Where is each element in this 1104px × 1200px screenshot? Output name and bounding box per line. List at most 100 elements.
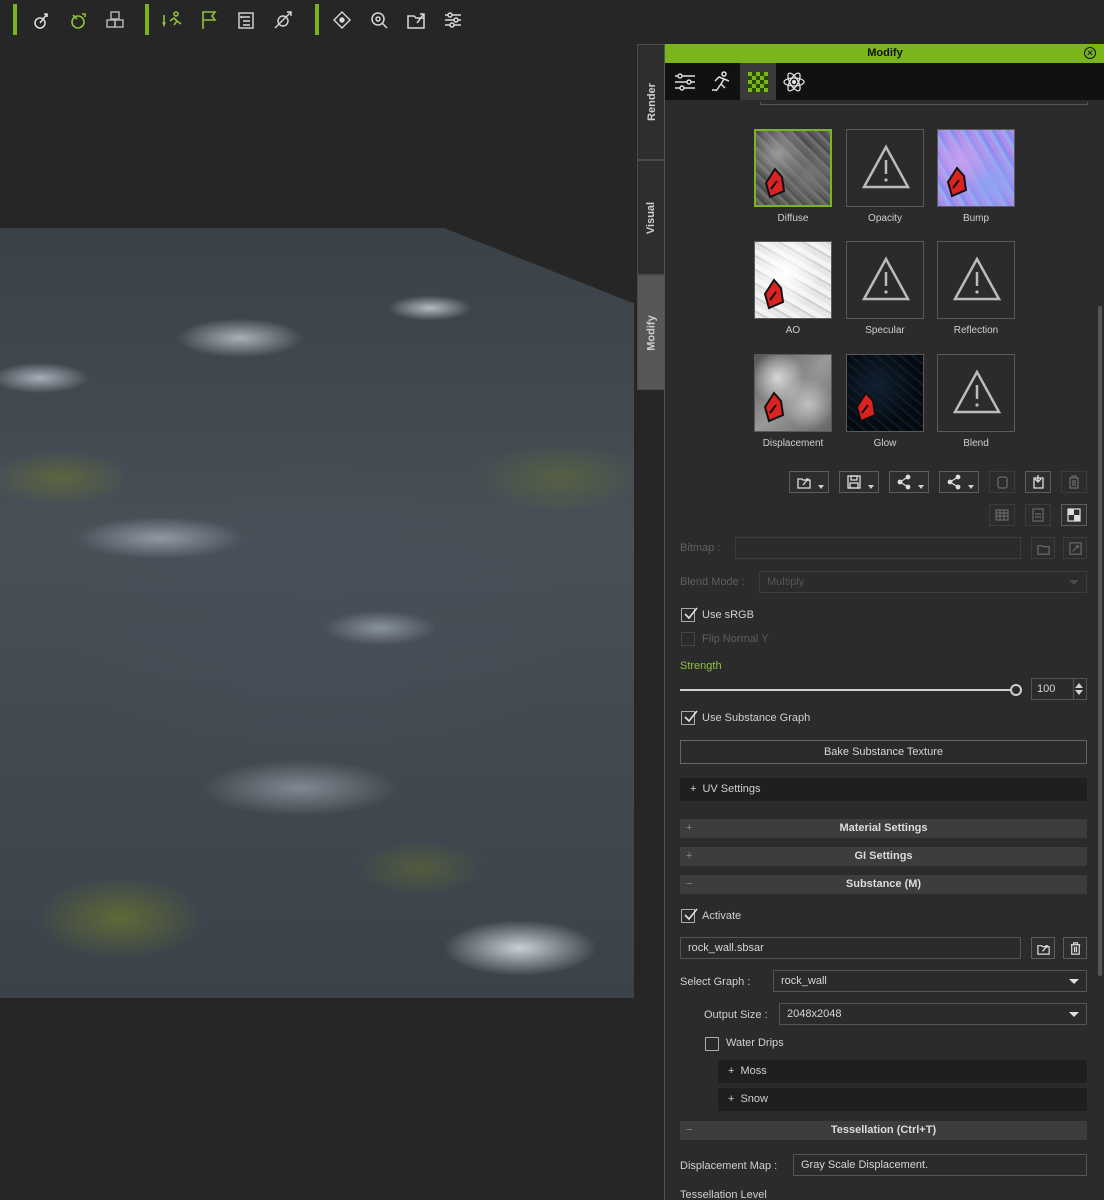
share-all-icon — [947, 474, 961, 490]
texture-slot-blend[interactable]: Blend — [937, 354, 1015, 449]
displacement-map-label: Displacement Map : — [680, 1160, 778, 1172]
texture-slot-diffuse[interactable]: Diffuse — [754, 129, 832, 224]
diffuse-thumbnail[interactable] — [754, 129, 832, 207]
substance-icon — [763, 391, 785, 423]
texture-slot-ao[interactable]: AO — [754, 241, 832, 336]
texture-slot-opacity[interactable]: Opacity — [846, 129, 924, 224]
select-graph-dropdown[interactable]: rock_wall — [773, 970, 1087, 992]
texture-slot-bump[interactable]: Bump — [937, 129, 1015, 224]
texture-slot-reflection[interactable]: Reflection — [937, 241, 1015, 336]
reflection-thumbnail[interactable] — [937, 241, 1015, 319]
side-tab-strip: Render Visual Modify — [637, 44, 665, 394]
displacement-thumbnail[interactable] — [754, 354, 832, 432]
save-texture-button[interactable] — [839, 471, 879, 493]
uv-settings-section[interactable]: + UV Settings — [680, 778, 1087, 801]
paste-texture-button[interactable] — [1025, 471, 1051, 493]
opacity-thumbnail[interactable] — [846, 129, 924, 207]
substance-icon — [763, 278, 785, 310]
diamond-icon[interactable] — [330, 9, 354, 31]
strength-slider-knob[interactable] — [1010, 684, 1022, 696]
path-icon[interactable] — [271, 9, 295, 31]
panel-scrollbar[interactable] — [1098, 306, 1102, 976]
browse-bitmap-button[interactable] — [1031, 537, 1055, 559]
chevron-down-icon — [1069, 979, 1079, 984]
tab-modify[interactable]: Modify — [637, 275, 665, 390]
blend-thumbnail[interactable] — [937, 354, 1015, 432]
warning-icon — [952, 369, 1002, 414]
flag-icon[interactable] — [197, 9, 221, 31]
check-icon — [684, 710, 698, 723]
texture-slot-displacement[interactable]: Displacement — [754, 354, 832, 449]
load-texture-button[interactable] — [789, 471, 829, 493]
use-srgb-label: Use sRGB — [702, 609, 754, 621]
expand-icon: + — [690, 783, 697, 795]
rock-surface — [0, 228, 634, 998]
material-icon[interactable] — [740, 63, 776, 100]
panel-top-frame — [760, 102, 1088, 105]
save-icon — [847, 475, 861, 489]
blend-mode-dropdown[interactable]: Multiply — [759, 571, 1087, 593]
spin-up-icon[interactable] — [1075, 683, 1083, 688]
checker-button[interactable] — [1061, 504, 1087, 526]
motion-pose-icon[interactable] — [703, 63, 739, 100]
snow-section[interactable]: + Snow — [718, 1088, 1087, 1111]
texture-slot-glow[interactable]: Glow — [846, 354, 924, 449]
water-drips-checkbox[interactable] — [705, 1037, 719, 1051]
spin-down-icon[interactable] — [1075, 690, 1083, 695]
expand-icon: + — [686, 850, 693, 862]
bake-substance-texture-button[interactable]: Bake Substance Texture — [680, 740, 1087, 764]
output-size-dropdown[interactable]: 2048x2048 — [779, 1003, 1087, 1025]
adjust-icon[interactable] — [441, 9, 465, 31]
panel-tab-bar — [665, 63, 1104, 100]
displacement-map-field[interactable]: Gray Scale Displacement. — [793, 1154, 1087, 1176]
delete-sbsar-button[interactable] — [1063, 937, 1087, 959]
close-icon[interactable]: ✕ — [1084, 47, 1096, 59]
viewport-3d[interactable] — [0, 40, 637, 1200]
tab-visual[interactable]: Visual — [637, 160, 665, 275]
sbsar-file-field[interactable]: rock_wall.sbsar — [680, 937, 1021, 959]
texture-slot-specular[interactable]: Specular — [846, 241, 924, 336]
scene-objects-icon[interactable] — [103, 9, 127, 31]
water-drips-label: Water Drips — [726, 1037, 784, 1049]
export-folder-icon[interactable] — [404, 9, 428, 31]
settings-list-icon[interactable] — [234, 9, 258, 31]
flip-normal-checkbox[interactable] — [681, 632, 695, 646]
specular-thumbnail[interactable] — [846, 241, 924, 319]
load-sbsar-button[interactable] — [1031, 937, 1055, 959]
share-all-button[interactable] — [939, 471, 979, 493]
expand-icon: + — [728, 1093, 735, 1105]
reach-target-icon[interactable] — [29, 9, 53, 31]
moss-section[interactable]: + Moss — [718, 1060, 1087, 1083]
substance-section[interactable]: − Substance (M) — [680, 875, 1087, 894]
modify-panel: Modify ✕ Diffuse Opacity Bump AO Specula… — [664, 44, 1104, 1200]
copy-texture-button[interactable] — [989, 471, 1015, 493]
material-settings-section[interactable]: + Material Settings — [680, 819, 1087, 838]
bump-thumbnail[interactable] — [937, 129, 1015, 207]
share-texture-button[interactable] — [889, 471, 929, 493]
activate-checkbox[interactable] — [681, 908, 698, 923]
strength-slider-track[interactable] — [680, 689, 1016, 691]
toolbar-separator — [145, 4, 149, 35]
glow-thumbnail[interactable] — [846, 354, 924, 432]
tessellation-section[interactable]: − Tessellation (Ctrl+T) — [680, 1121, 1087, 1140]
ao-thumbnail[interactable] — [754, 241, 832, 319]
activate-label: Activate — [702, 910, 742, 922]
strength-spinbox[interactable]: 100 — [1031, 678, 1087, 700]
bitmap-field[interactable] — [735, 537, 1021, 559]
tab-render[interactable]: Render — [637, 44, 665, 160]
open-bitmap-button[interactable] — [1063, 537, 1087, 559]
edit-button[interactable] — [1025, 504, 1051, 526]
trash-icon — [1070, 941, 1080, 955]
gi-settings-section[interactable]: + GI Settings — [680, 847, 1087, 866]
flip-normal-label: Flip Normal Y — [702, 633, 769, 645]
warning-icon — [861, 256, 911, 301]
motion-icon[interactable] — [160, 9, 184, 31]
look-at-icon[interactable] — [66, 9, 90, 31]
use-substance-graph-checkbox[interactable] — [681, 710, 698, 725]
grid-button[interactable] — [989, 504, 1015, 526]
delete-texture-button[interactable] — [1061, 471, 1087, 493]
sliders-icon[interactable] — [667, 63, 703, 100]
use-srgb-checkbox[interactable] — [681, 607, 698, 622]
zoom-target-icon[interactable] — [367, 9, 391, 31]
atom-icon[interactable] — [776, 63, 812, 100]
